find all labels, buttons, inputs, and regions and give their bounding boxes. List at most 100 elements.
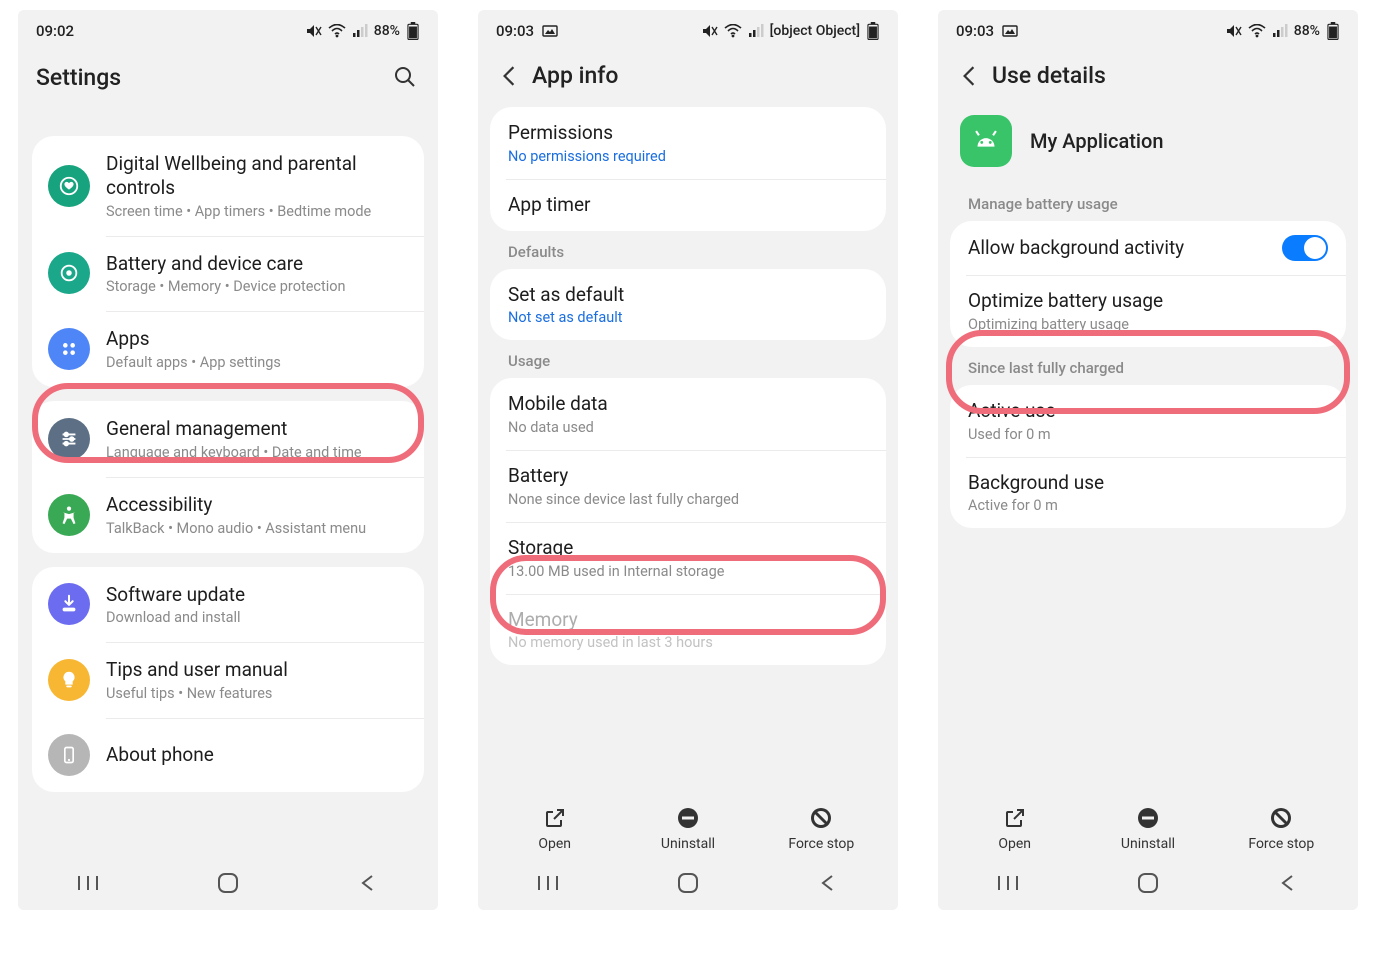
battery-percent: 88% xyxy=(1294,23,1320,39)
page-title: Use details xyxy=(992,62,1106,89)
status-bar: 09:02 88% xyxy=(18,10,438,52)
settings-item-update[interactable]: Software updateDownload and install xyxy=(32,567,424,643)
forcestop-icon xyxy=(1269,806,1293,830)
phone-icon xyxy=(59,745,79,765)
item-sub: Language and keyboard • Date and time xyxy=(106,444,408,461)
nav-bar xyxy=(18,856,438,910)
back-button[interactable] xyxy=(354,869,382,897)
settings-item-apps[interactable]: AppsDefault apps • App settings xyxy=(32,311,424,387)
row-apptimer[interactable]: App timer xyxy=(490,179,886,231)
row-storage[interactable]: Storage13.00 MB used in Internal storage xyxy=(490,522,886,594)
item-title: Digital Wellbeing and parental controls xyxy=(106,152,408,200)
mute-icon xyxy=(1226,24,1242,38)
page-title: Settings xyxy=(36,64,121,91)
item-title: Accessibility xyxy=(106,493,408,517)
row-bguse[interactable]: Background useActive for 0 m xyxy=(950,457,1346,529)
perm-title: Permissions xyxy=(508,121,868,145)
action-open[interactable]: Open xyxy=(970,806,1060,852)
apps-icon xyxy=(58,338,80,360)
item-title: Battery and device care xyxy=(106,252,408,276)
row-optimize[interactable]: Optimize battery usageOptimizing battery… xyxy=(950,275,1346,347)
back-button[interactable] xyxy=(956,63,982,89)
home-button[interactable] xyxy=(1134,869,1162,897)
sliders-icon xyxy=(58,428,80,450)
back-button[interactable] xyxy=(814,869,842,897)
wifi-icon xyxy=(328,24,346,38)
back-button[interactable] xyxy=(1274,869,1302,897)
action-uninstall[interactable]: Uninstall xyxy=(643,806,733,852)
settings-group-2: General management Language and keyboard … xyxy=(32,401,424,553)
uninstall-icon xyxy=(1136,806,1160,830)
back-button[interactable] xyxy=(496,63,522,89)
row-setdefault[interactable]: Set as defaultNot set as default xyxy=(490,269,886,341)
screen-usedetails: 09:03 88% Use details My Application Man… xyxy=(938,10,1358,910)
app-header: My Application xyxy=(950,107,1346,183)
search-button[interactable] xyxy=(390,62,420,92)
open-icon xyxy=(1003,806,1027,830)
item-sub: Useful tips • New features xyxy=(106,685,408,702)
item-title: General management xyxy=(106,417,408,441)
app-name: My Application xyxy=(1030,129,1163,153)
settings-item-tips[interactable]: Tips and user manualUseful tips • New fe… xyxy=(32,642,424,718)
page-title: App info xyxy=(532,62,618,89)
row-mobiledata[interactable]: Mobile dataNo data used xyxy=(490,378,886,450)
screenshot-icon xyxy=(542,25,558,37)
home-button[interactable] xyxy=(214,869,242,897)
chevron-left-icon xyxy=(501,65,517,87)
allowbg-toggle[interactable] xyxy=(1282,235,1328,261)
mute-icon xyxy=(306,24,322,38)
settings-group-3: Software updateDownload and install Tips… xyxy=(32,567,424,793)
mute-icon xyxy=(702,24,718,38)
screen-appinfo: 09:03 [object Object] App info Permissio… xyxy=(478,10,898,910)
status-bar: 09:03 88% xyxy=(938,10,1358,52)
action-uninstall[interactable]: Uninstall xyxy=(1103,806,1193,852)
signal-icon xyxy=(1272,24,1288,38)
settings-item-about[interactable]: About phone xyxy=(32,718,424,792)
settings-item-accessibility[interactable]: Accessibility TalkBack • Mono audio • Ass… xyxy=(32,477,424,553)
action-forcestop[interactable]: Force stop xyxy=(776,806,866,852)
settings-item-devicecare[interactable]: Battery and device care Storage • Memory … xyxy=(32,236,424,312)
clock: 09:03 xyxy=(496,22,534,40)
nav-bar xyxy=(938,856,1358,910)
bottom-actions: Open Uninstall Force stop xyxy=(478,798,898,856)
row-memory[interactable]: MemoryNo memory used in last 3 hours xyxy=(490,594,886,666)
recents-button[interactable] xyxy=(534,869,562,897)
item-sub: Default apps • App settings xyxy=(106,354,408,371)
forcestop-icon xyxy=(809,806,833,830)
row-permissions[interactable]: PermissionsNo permissions required xyxy=(490,107,886,179)
signal-icon xyxy=(748,24,764,38)
row-allowbg[interactable]: Allow background activity xyxy=(950,221,1346,275)
item-sub: Screen time • App timers • Bedtime mode xyxy=(106,203,408,220)
settings-item-wellbeing[interactable]: Digital Wellbeing and parental controls S… xyxy=(32,136,424,236)
apptimer-title: App timer xyxy=(508,193,868,217)
recents-button[interactable] xyxy=(994,869,1022,897)
item-sub: Storage • Memory • Device protection xyxy=(106,278,408,295)
home-button[interactable] xyxy=(674,869,702,897)
row-activeuse[interactable]: Active useUsed for 0 m xyxy=(950,385,1346,457)
action-open[interactable]: Open xyxy=(510,806,600,852)
item-title: Software update xyxy=(106,583,408,607)
clock: 09:03 xyxy=(956,22,994,40)
a11y-icon xyxy=(58,504,80,526)
wifi-icon xyxy=(724,24,742,38)
settings-group-1: Digital Wellbeing and parental controls S… xyxy=(32,136,424,387)
bottom-actions: Open Uninstall Force stop xyxy=(938,798,1358,856)
recents-button[interactable] xyxy=(74,869,102,897)
chevron-left-icon xyxy=(961,65,977,87)
battery-percent: 88% xyxy=(374,23,400,39)
section-manage: Manage battery usage xyxy=(950,183,1346,221)
bulb-icon xyxy=(58,669,80,691)
item-title: About phone xyxy=(106,743,408,767)
nav-bar xyxy=(478,856,898,910)
status-bar: 09:03 [object Object] xyxy=(478,10,898,52)
settings-item-general[interactable]: General management Language and keyboard … xyxy=(32,401,424,477)
action-forcestop[interactable]: Force stop xyxy=(1236,806,1326,852)
app-icon xyxy=(960,115,1012,167)
android-icon xyxy=(969,124,1003,158)
row-battery[interactable]: BatteryNone since device last fully char… xyxy=(490,450,886,522)
item-sub: TalkBack • Mono audio • Assistant menu xyxy=(106,520,408,537)
screenshot-icon xyxy=(1002,25,1018,37)
heart-icon xyxy=(58,175,80,197)
update-icon xyxy=(58,593,80,615)
signal-icon xyxy=(352,24,368,38)
